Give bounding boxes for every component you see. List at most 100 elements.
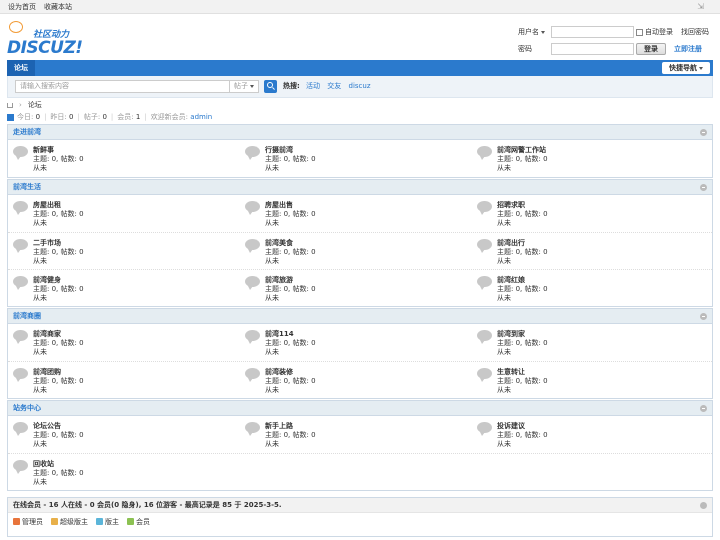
group-title[interactable]: 站务中心 [13, 404, 41, 412]
forum-item[interactable]: 新鲜事 主题: 0, 帖数: 0 从未 [8, 140, 240, 177]
forum-item[interactable]: 前湾红娘 主题: 0, 帖数: 0 从未 [472, 270, 704, 307]
forum-item[interactable]: 招聘求职 主题: 0, 帖数: 0 从未 [472, 195, 704, 232]
today-label: 今日: [17, 113, 34, 121]
forum-bubble-icon [477, 330, 492, 344]
bookmark-link[interactable]: 收藏本站 [44, 2, 72, 12]
forum-row: 新鲜事 主题: 0, 帖数: 0 从未 行摄前湾 主题: 0, 帖数: 0 从未 前湾网警工… [8, 140, 712, 177]
forum-item[interactable]: 前湾健身 主题: 0, 帖数: 0 从未 [8, 270, 240, 307]
forum-last-post: 从未 [33, 257, 47, 265]
stat-divider: | [44, 113, 47, 121]
forum-item[interactable]: 前湾旅游 主题: 0, 帖数: 0 从未 [240, 270, 472, 307]
forum-item[interactable]: 前湾到家 主题: 0, 帖数: 0 从未 [472, 324, 704, 361]
online-members: 在线会员 - 16 人在线 - 0 会员(0 隐身), 16 位游客 - 最高记… [7, 497, 713, 537]
group-header[interactable]: 走进前湾 [8, 125, 712, 140]
forum-bubble-icon [245, 276, 260, 290]
group-title[interactable]: 前湾生活 [13, 183, 41, 191]
collapse-icon[interactable] [700, 129, 707, 136]
chevron-down-icon [699, 66, 703, 70]
forum-item[interactable]: 新手上路 主题: 0, 帖数: 0 从未 [240, 416, 472, 453]
forum-last-post: 从未 [265, 219, 279, 227]
logo[interactable]: 社区动力 DISCUZ! [7, 19, 83, 59]
logo-bubble-icon [9, 21, 23, 33]
legend-label: 会员 [136, 517, 150, 526]
forum-last-post: 从未 [497, 440, 511, 448]
auto-login-label[interactable]: 自动登录 [645, 27, 673, 37]
forum-bubble-icon [477, 239, 492, 253]
username-type-select[interactable]: 用户名 [518, 27, 551, 37]
online-header[interactable]: 在线会员 - 16 人在线 - 0 会员(0 隐身), 16 位游客 - 最高记… [8, 498, 712, 513]
forum-row: 论坛公告 主题: 0, 帖数: 0 从未 新手上路 主题: 0, 帖数: 0 从未 投诉建议… [8, 416, 712, 453]
expand-icon[interactable]: ⇲ [697, 2, 704, 11]
search-button[interactable] [264, 80, 277, 93]
forum-last-post: 从未 [497, 257, 511, 265]
set-home-link[interactable]: 设为首页 [8, 2, 36, 12]
stat-divider: | [77, 113, 80, 121]
username-input[interactable] [551, 26, 634, 38]
forum-item[interactable]: 前湾出行 主题: 0, 帖数: 0 从未 [472, 233, 704, 270]
collapse-icon[interactable] [700, 405, 707, 412]
forum-item[interactable]: 前湾团购 主题: 0, 帖数: 0 从未 [8, 362, 240, 399]
register-link[interactable]: 立即注册 [674, 44, 702, 54]
forum-item[interactable]: 前湾装修 主题: 0, 帖数: 0 从未 [240, 362, 472, 399]
legend-item: 管理员 [13, 517, 43, 527]
forum-item[interactable]: 前湾114 主题: 0, 帖数: 0 从未 [240, 324, 472, 361]
search-input[interactable]: 请输入搜索内容 [15, 80, 230, 93]
forum-groups: 走进前湾 新鲜事 主题: 0, 帖数: 0 从未 行摄前湾 主题: 0, 帖数: 0 从未前… [0, 124, 720, 491]
auto-login-checkbox[interactable] [636, 28, 643, 36]
forum-item[interactable]: 论坛公告 主题: 0, 帖数: 0 从未 [8, 416, 240, 453]
forum-bubble-icon [245, 368, 260, 382]
forgot-password-link[interactable]: 找回密码 [681, 27, 709, 37]
hot-search-item[interactable]: 交友 [327, 82, 341, 90]
search-type-select[interactable]: 帖子 [230, 80, 259, 93]
collapse-icon[interactable] [700, 313, 707, 320]
group-header[interactable]: 站务中心 [8, 401, 712, 416]
forum-item[interactable]: 房屋出售 主题: 0, 帖数: 0 从未 [240, 195, 472, 232]
forum-group: 前湾商圈前湾商家 主题: 0, 帖数: 0 从未 前湾114 主题: 0, 帖数: 0从… [7, 308, 713, 399]
legend-label: 管理员 [22, 517, 43, 526]
forum-bubble-icon [477, 276, 492, 290]
forum-last-post: 从未 [497, 164, 511, 172]
group-title[interactable]: 前湾商圈 [13, 312, 41, 320]
forum-item[interactable]: 生意转让 主题: 0, 帖数: 0 从未 [472, 362, 704, 399]
search-bar: 请输入搜索内容 帖子 热搜: 活动 交友 discuz [7, 76, 713, 98]
group-header[interactable]: 前湾商圈 [8, 309, 712, 324]
forum-item[interactable]: 前湾美食 主题: 0, 帖数: 0 从未 [240, 233, 472, 270]
forum-item[interactable]: 房屋出租 主题: 0, 帖数: 0 从未 [8, 195, 240, 232]
hot-search: 热搜: 活动 交友 discuz [283, 81, 376, 91]
login-form: 用户名 自动登录 找回密码 密码 登录 立即注册 [518, 25, 713, 59]
collapse-icon[interactable] [700, 502, 707, 509]
hot-search-item[interactable]: 活动 [306, 82, 320, 90]
forum-last-post: 从未 [33, 386, 47, 394]
breadcrumb-current[interactable]: 论坛 [28, 100, 42, 110]
breadcrumb: › 论坛 [7, 98, 713, 111]
home-icon[interactable] [7, 103, 13, 108]
password-input[interactable] [551, 43, 634, 55]
forum-row: 回收站 主题: 0, 帖数: 0 从未 [8, 453, 712, 490]
forum-item[interactable]: 前湾网警工作站 主题: 0, 帖数: 0 从未 [472, 140, 704, 177]
forum-item[interactable]: 回收站 主题: 0, 帖数: 0 从未 [8, 454, 240, 491]
collapse-icon[interactable] [700, 184, 707, 191]
forum-item[interactable]: 行摄前湾 主题: 0, 帖数: 0 从未 [240, 140, 472, 177]
group-header[interactable]: 前湾生活 [8, 180, 712, 195]
quick-nav-label: 快捷导航 [669, 64, 697, 72]
group-title[interactable]: 走进前湾 [13, 128, 41, 136]
forum-bubble-icon [245, 422, 260, 436]
login-button[interactable]: 登录 [636, 43, 666, 55]
forum-bubble-icon [13, 146, 28, 160]
newest-member-link[interactable]: admin [190, 113, 212, 121]
forum-last-post: 从未 [265, 294, 279, 302]
forum-item[interactable]: 投诉建议 主题: 0, 帖数: 0 从未 [472, 416, 704, 453]
quick-nav-button[interactable]: 快捷导航 [662, 62, 710, 74]
forum-item[interactable]: 二手市场 主题: 0, 帖数: 0 从未 [8, 233, 240, 270]
hot-search-item[interactable]: discuz [349, 82, 371, 90]
forum-last-post: 从未 [265, 164, 279, 172]
forum-bubble-icon [477, 201, 492, 215]
forum-last-post: 从未 [497, 294, 511, 302]
forum-bubble-icon [245, 330, 260, 344]
forum-item[interactable]: 前湾商家 主题: 0, 帖数: 0 从未 [8, 324, 240, 361]
forum-last-post: 从未 [265, 440, 279, 448]
main-nav: 论坛 快捷导航 [7, 60, 713, 76]
tab-forum[interactable]: 论坛 [7, 60, 35, 76]
forum-group: 站务中心论坛公告 主题: 0, 帖数: 0 从未 新手上路 主题: 0, 帖数: 0 从未… [7, 400, 713, 491]
legend-item: 版主 [96, 517, 119, 527]
